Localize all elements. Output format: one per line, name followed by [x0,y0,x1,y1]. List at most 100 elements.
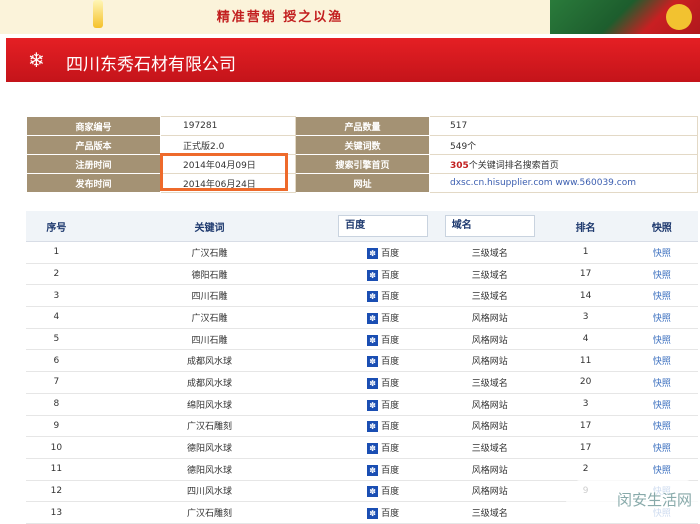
row-no: 10 [26,436,87,459]
row-keyword: 成都风水球 [86,371,333,394]
row-no: 9 [26,415,87,438]
row-snapshot[interactable]: 快照 [625,263,698,286]
row-domain: 三级域名 [434,501,546,524]
engine-label: 百度 [381,313,400,324]
table-row: 1 广汉石雕 ✽ 百度 三级域名 1 快照 [26,241,698,264]
row-engine: ✽ 百度 [332,328,435,351]
baidu-paw-icon: ✽ [367,377,379,389]
engine-label: 百度 [381,400,400,411]
row-rank: 3 [545,393,626,416]
snapshot-link[interactable]: 快照 [653,336,671,346]
table-row: 2 德阳石雕 ✽ 百度 三级域名 17 快照 [26,263,698,286]
row-keyword: 四川石雕 [86,328,333,351]
col-domain[interactable]: 域名 [434,211,546,242]
row-no: 8 [26,393,87,416]
row-no: 7 [26,371,87,394]
row-no: 4 [26,306,87,329]
row-rank: 11 [545,349,626,373]
row-engine: ✽ 百度 [332,263,435,286]
row-snapshot[interactable]: 快照 [625,284,698,308]
row-domain: 风格网站 [434,458,546,481]
col-snapshot: 快照 [625,211,698,242]
baidu-paw-icon: ✽ [367,399,379,411]
info-row: 商家编号 197281 产品数量 517 [26,116,698,136]
snapshot-link[interactable]: 快照 [653,422,671,432]
engine-label: 百度 [381,444,400,455]
row-snapshot[interactable]: 快照 [625,241,698,264]
row-engine: ✽ 百度 [332,284,435,308]
snapshot-link[interactable]: 快照 [653,401,671,411]
engine-label: 百度 [381,378,400,389]
row-no: 2 [26,263,87,286]
engine-label: 百度 [381,292,400,303]
row-rank: 2 [545,458,626,481]
row-keyword: 四川石雕 [86,284,333,308]
row-keyword: 广汉石雕刻 [86,415,333,438]
snapshot-link[interactable]: 快照 [653,314,671,324]
snapshot-link[interactable]: 快照 [653,357,671,367]
engine-label: 百度 [381,465,400,476]
row-rank: 20 [545,371,626,394]
row-keyword: 四川风水球 [86,480,333,503]
baidu-paw-icon: ✽ [367,464,379,476]
baidu-paw-icon: ✽ [367,421,379,433]
info-value: 549个 [450,141,477,152]
website-link[interactable]: dxsc.cn.hisupplier.com www.560039.com [450,178,636,188]
snapshot-link[interactable]: 快照 [653,249,671,259]
row-rank: 17 [545,415,626,438]
row-engine: ✽ 百度 [332,306,435,329]
snapshot-link[interactable]: 快照 [653,292,671,302]
info-label: 产品版本 [26,135,161,155]
row-snapshot[interactable]: 快照 [625,436,698,459]
info-value: 517 [450,121,468,131]
info-label: 注册时间 [26,154,161,174]
info-label: 商家编号 [26,116,161,136]
engine-label: 百度 [381,422,400,433]
row-snapshot[interactable]: 快照 [625,349,698,373]
snapshot-link[interactable]: 快照 [653,444,671,454]
engine-label: 百度 [381,509,400,520]
engine-label: 百度 [381,248,400,259]
snapshot-link[interactable]: 快照 [653,466,671,476]
row-no: 5 [26,328,87,351]
domain-select[interactable]: 域名 [444,215,535,237]
baidu-paw-icon: ✽ [367,269,379,281]
info-label: 发布时间 [26,173,161,193]
engine-label: 百度 [381,270,400,281]
row-keyword: 广汉石雕 [86,306,333,329]
engine-select[interactable]: 百度 [338,215,429,237]
row-domain: 三级域名 [434,284,546,308]
row-domain: 风格网站 [434,415,546,438]
row-no: 11 [26,458,87,481]
snapshot-link[interactable]: 快照 [653,271,671,281]
row-snapshot[interactable]: 快照 [625,371,698,394]
row-snapshot[interactable]: 快照 [625,415,698,438]
row-domain: 风格网站 [434,393,546,416]
row-rank: 14 [545,284,626,308]
table-row: 5 四川石雕 ✽ 百度 风格网站 4 快照 [26,328,698,351]
engine-label: 百度 [381,357,400,368]
snapshot-link[interactable]: 快照 [653,379,671,389]
first-page-text: 个关键词排名搜索首页 [468,160,559,171]
row-snapshot[interactable]: 快照 [625,393,698,416]
col-engine[interactable]: 百度 [332,211,435,242]
info-row: 注册时间 2014年04月09日 搜索引擎首页 305个关键词排名搜索首页 [26,154,698,174]
table-row: 7 成都风水球 ✽ 百度 三级域名 20 快照 [26,371,698,394]
col-rank: 排名 [545,211,626,242]
info-value-cell: dxsc.cn.hisupplier.com www.560039.com [429,173,698,193]
row-snapshot[interactable]: 快照 [625,458,698,481]
highlight-box [160,153,288,191]
row-domain: 风格网站 [434,306,546,329]
row-rank: 17 [545,263,626,286]
row-engine: ✽ 百度 [332,501,435,524]
row-rank: 1 [545,241,626,264]
baidu-paw-icon: ✽ [367,508,379,520]
row-keyword: 德阳风水球 [86,458,333,481]
table-row: 9 广汉石雕刻 ✽ 百度 风格网站 17 快照 [26,415,698,438]
row-domain: 风格网站 [434,349,546,373]
row-snapshot[interactable]: 快照 [625,328,698,351]
row-no: 13 [26,501,87,524]
row-engine: ✽ 百度 [332,480,435,503]
row-domain: 三级域名 [434,241,546,264]
row-snapshot[interactable]: 快照 [625,306,698,329]
